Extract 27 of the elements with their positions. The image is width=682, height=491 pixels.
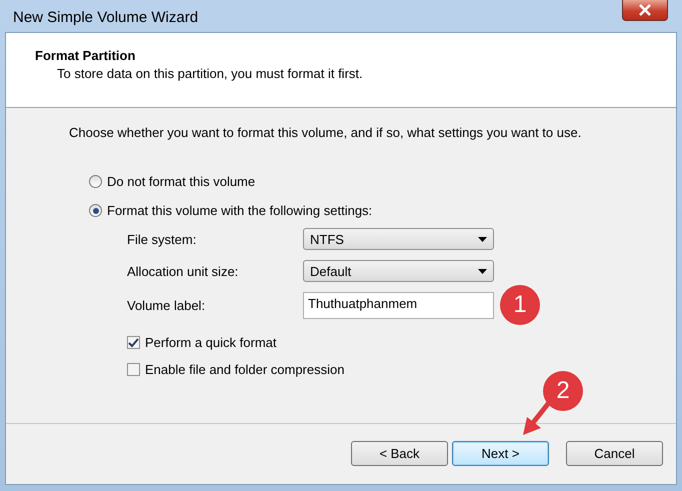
instruction-text: Choose whether you want to format this volume, and if so, what settings you want to use. [69,125,582,140]
close-icon [638,4,652,16]
field-label: Allocation unit size: [127,264,240,278]
checkbox-label: Enable file and folder compression [145,362,344,377]
page-heading: Format Partition [35,48,136,63]
caret-icon [478,236,487,242]
radio-label: Format this volume with the following settings: [107,203,372,218]
wizard-button[interactable]: Next > [452,440,549,466]
radio-button[interactable] [89,175,102,188]
close-button[interactable] [622,0,668,21]
window-title: New Simple Volume Wizard [13,9,198,26]
field-label: File system: [127,232,198,246]
checkbox-label: Perform a quick format [145,335,276,350]
radio-button[interactable] [89,204,102,217]
page-subtitle: To store data on this partition, you must format it first. [57,66,364,81]
caret-icon [478,268,487,274]
field-label: Volume label: [127,298,206,313]
radio-label: Do not format this volume [107,174,256,189]
wizard-button[interactable]: < Back [351,440,448,466]
input-field[interactable]: Thuthuatphanmem [303,292,494,319]
radio-option[interactable]: Format this volume with the following settings: [89,203,676,218]
wizard-button[interactable]: Cancel [566,440,663,466]
dropdown[interactable]: Default [303,260,494,282]
radio-option[interactable]: Do not format this volume [89,174,676,189]
dropdown[interactable]: NTFS [303,228,494,250]
checkbox[interactable] [127,363,140,376]
checkbox[interactable] [127,336,140,349]
